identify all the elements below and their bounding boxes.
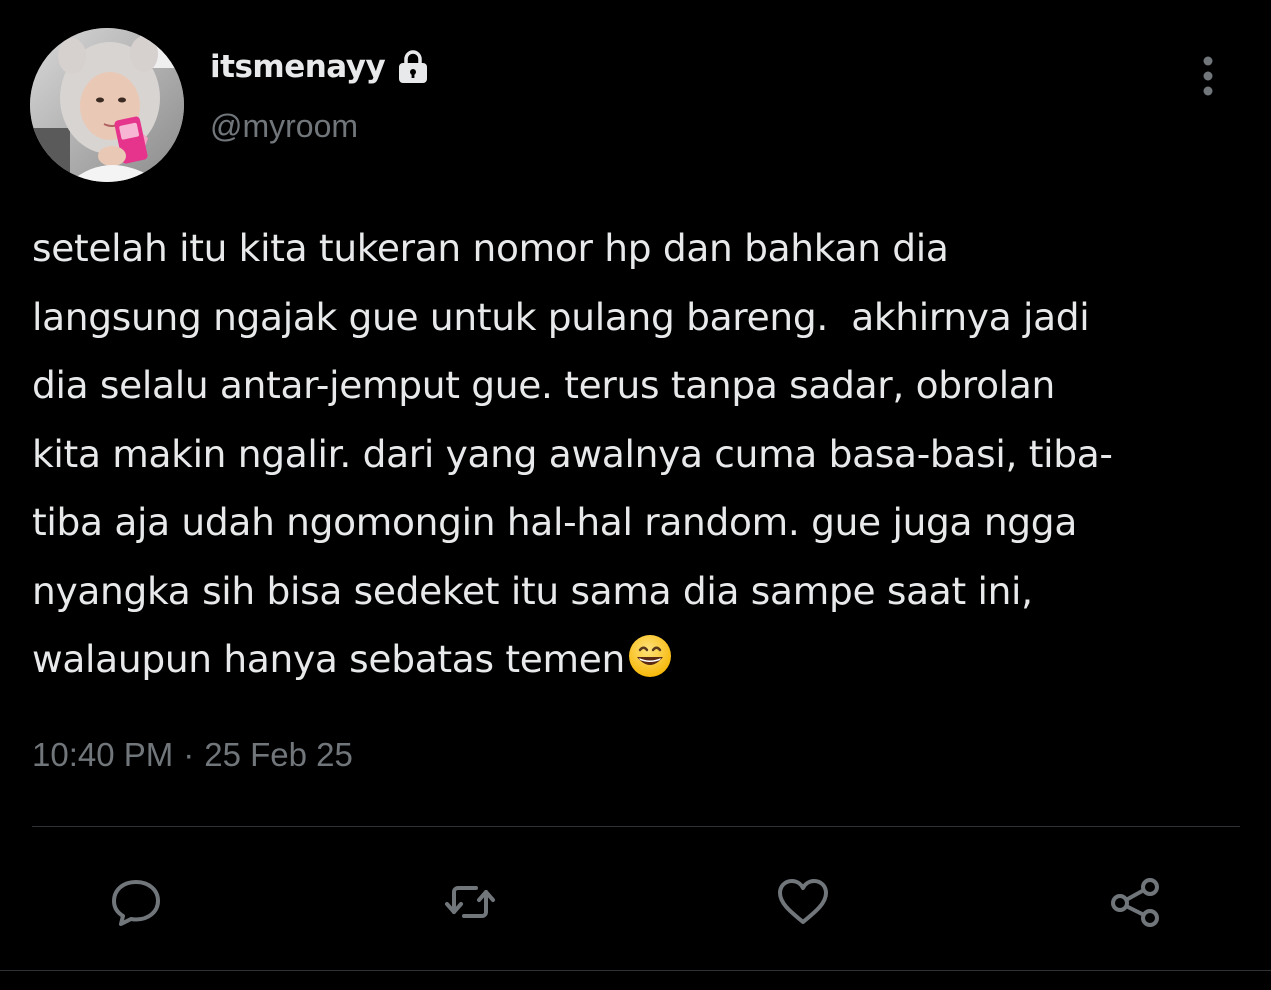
avatar[interactable] [30,28,184,182]
tweet-timestamp[interactable]: 10:40 PM · 25 Feb 25 [32,736,353,774]
retweet-button[interactable] [438,870,502,934]
tweet-time: 10:40 PM [32,736,174,773]
like-button[interactable] [771,870,835,934]
retweet-icon [445,886,495,918]
meta-separator: · [183,736,195,773]
lock-icon [393,47,433,87]
tweet-line: nyangka sih bisa sedeket itu sama dia sa… [32,568,1033,613]
tweet-text: setelah itu kita tukeran nomor hp dan ba… [32,214,1257,694]
more-vertical-icon[interactable] [1190,52,1226,100]
divider [32,826,1240,827]
author-handle[interactable]: @myroom [210,108,358,145]
share-icon [1111,878,1159,927]
reply-button[interactable] [104,870,168,934]
tweet-line: setelah itu kita tukeran nomor hp dan ba… [32,226,949,270]
divider [0,970,1271,971]
tweet-line: tiba aja udah ngomongin hal-hal random. … [32,500,1077,544]
tweet-line: walaupun hanya sebatas temen [32,637,625,681]
tweet-line: kita makin ngalir. dari yang awalnya cum… [32,431,1113,476]
tweet-detail: itsmenayy @myroom setelah itu kita tuker… [0,0,1271,990]
share-button[interactable] [1104,870,1168,934]
profile-photo [30,28,184,182]
tweet-date: 25 Feb 25 [204,736,353,773]
author-name-row[interactable]: itsmenayy [210,44,433,90]
tweet-line: dia selalu antar-jemput gue. terus tanpa… [32,363,1055,407]
tweet-line: langsung ngajak gue untuk pulang bareng.… [32,294,1090,339]
grinning-face-with-smiling-eyes-emoji [627,632,673,678]
reply-icon [112,880,160,926]
display-name[interactable]: itsmenayy [210,49,386,85]
heart-icon [778,879,828,924]
